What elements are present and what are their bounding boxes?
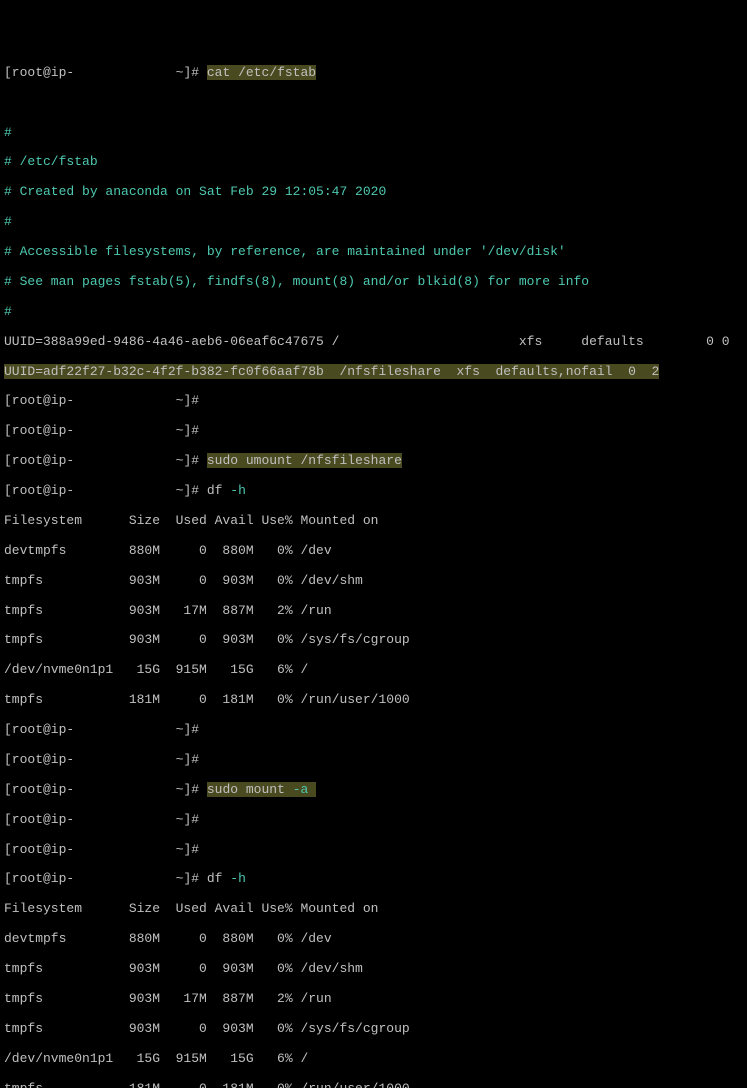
df-row: tmpfs 903M 0 903M 0% /dev/shm bbox=[4, 962, 743, 977]
fstab-comment: # See man pages fstab(5), findfs(8), mou… bbox=[4, 275, 743, 290]
prompt-empty: [root@ip-xx.xxxxxxxxxx~]# bbox=[4, 394, 743, 409]
df-row: tmpfs 903M 0 903M 0% /dev/shm bbox=[4, 574, 743, 589]
df-row: tmpfs 903M 17M 887M 2% /run bbox=[4, 604, 743, 619]
prompt-empty: [root@ip-xx.xxxxxxxxxx~]# bbox=[4, 424, 743, 439]
prompt-line-df2: [root@ip-xx.xxxxxxxxxx~]# df -h bbox=[4, 872, 743, 887]
df-row: tmpfs 181M 0 181M 0% /run/user/1000 bbox=[4, 1082, 743, 1088]
prompt-empty: [root@ip-xx.xxxxxxxxxx~]# bbox=[4, 813, 743, 828]
df-header: Filesystem Size Used Avail Use% Mounted … bbox=[4, 514, 743, 529]
prompt-line-df1: [root@ip-xx.xxxxxxxxxx~]# df -h bbox=[4, 484, 743, 499]
df-row: devtmpfs 880M 0 880M 0% /dev bbox=[4, 544, 743, 559]
prompt-line-mount: [root@ip-xx.xxxxxxxxxx~]# sudo mount -a bbox=[4, 783, 743, 798]
df-row: tmpfs 903M 0 903M 0% /sys/fs/cgroup bbox=[4, 633, 743, 648]
prompt-line-1: [root@ip-xx.xxxxxxxxxx~]# cat /etc/fstab bbox=[4, 66, 743, 81]
prompt-empty: [root@ip-xx.xxxxxxxxxx~]# bbox=[4, 723, 743, 738]
fstab-comment: # Accessible filesystems, by reference, … bbox=[4, 245, 743, 260]
df-header: Filesystem Size Used Avail Use% Mounted … bbox=[4, 902, 743, 917]
fstab-comment: # bbox=[4, 215, 743, 230]
prompt-line-umount: [root@ip-xx.xxxxxxxxxx~]# sudo umount /n… bbox=[4, 454, 743, 469]
fstab-comment: # Created by anaconda on Sat Feb 29 12:0… bbox=[4, 185, 743, 200]
prompt-empty: [root@ip-xx.xxxxxxxxxx~]# bbox=[4, 843, 743, 858]
blank-line bbox=[4, 96, 743, 111]
df-row: tmpfs 181M 0 181M 0% /run/user/1000 bbox=[4, 693, 743, 708]
cmd-umount: sudo umount /nfsfileshare bbox=[207, 453, 402, 468]
cmd-cat: cat /etc/fstab bbox=[207, 65, 316, 80]
fstab-entry-2: UUID=adf22f27-b32c-4f2f-b382-fc0f66aaf78… bbox=[4, 365, 743, 380]
prompt-empty: [root@ip-xx.xxxxxxxxxx~]# bbox=[4, 753, 743, 768]
fstab-comment: # bbox=[4, 126, 743, 141]
fstab-comment: # /etc/fstab bbox=[4, 155, 743, 170]
fstab-comment: # bbox=[4, 305, 743, 320]
df-row: tmpfs 903M 17M 887M 2% /run bbox=[4, 992, 743, 1007]
fstab-entry-1: UUID=388a99ed-9486-4a46-aeb6-06eaf6c4767… bbox=[4, 335, 743, 350]
df-row: devtmpfs 880M 0 880M 0% /dev bbox=[4, 932, 743, 947]
df-row: /dev/nvme0n1p1 15G 915M 15G 6% / bbox=[4, 1052, 743, 1067]
cmd-mount: sudo mount bbox=[207, 782, 293, 797]
redacted-ip: xx.xxxxxxxxxx bbox=[74, 65, 175, 80]
df-row: tmpfs 903M 0 903M 0% /sys/fs/cgroup bbox=[4, 1022, 743, 1037]
df-row: /dev/nvme0n1p1 15G 915M 15G 6% / bbox=[4, 663, 743, 678]
